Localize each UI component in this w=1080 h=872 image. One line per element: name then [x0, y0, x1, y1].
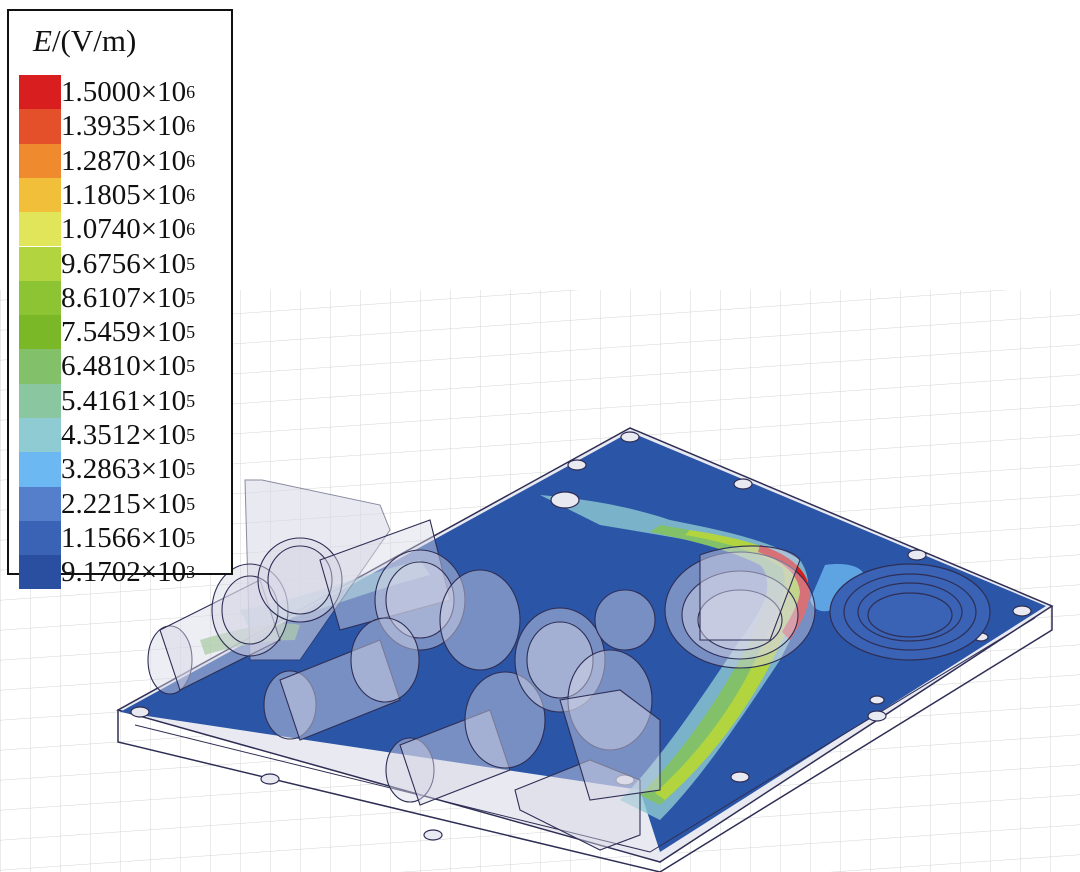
legend-title-unit: /(V/m) [51, 23, 137, 58]
legend-value-mantissa: 1.5000×10 [61, 76, 187, 108]
round-port [829, 563, 991, 661]
legend-value-mantissa: 7.5459×10 [61, 316, 187, 349]
legend-value-label: 7.5459×105 [61, 318, 195, 347]
legend-value-label: 1.1566×105 [61, 521, 196, 554]
legend-swatch [19, 349, 61, 384]
legend-value-exponent: 5 [186, 459, 196, 480]
legend-swatch [19, 212, 61, 247]
legend-value-mantissa: 6.4810×10 [61, 350, 187, 383]
legend-value-mantissa: 5.4161×10 [61, 384, 187, 417]
legend-swatch [19, 452, 61, 487]
legend-value-mantissa: 2.2215×10 [61, 487, 187, 520]
legend-value-mantissa: 9.1702×10 [61, 556, 187, 589]
legend-value-label: 4.3512×105 [61, 421, 195, 450]
legend-value-exponent: 5 [186, 527, 196, 548]
legend-value-exponent: 5 [186, 356, 196, 377]
legend-value-mantissa: 1.1805×10 [61, 178, 187, 211]
legend-swatch [19, 177, 61, 213]
legend-value-label: 1.3935×106 [61, 112, 195, 141]
legend-swatch [19, 315, 61, 350]
legend-value-label: 2.2215×105 [61, 487, 196, 520]
legend-value-mantissa: 3.2863×10 [61, 453, 187, 486]
legend-value-label: 3.2863×105 [61, 455, 195, 484]
legend-swatch [19, 520, 61, 556]
legend-swatch [19, 486, 61, 521]
legend-value-label: 9.6756×105 [61, 247, 196, 280]
legend-value-mantissa: 1.0740×10 [61, 213, 187, 246]
legend-value-exponent: 5 [186, 493, 196, 514]
legend-swatch [19, 280, 61, 316]
legend-swatch [19, 143, 61, 178]
legend-value-label: 5.4161×105 [61, 384, 196, 417]
legend-value-mantissa: 8.6107×10 [61, 281, 187, 314]
legend-value-label: 6.4810×105 [61, 352, 195, 381]
legend-title-variable: E [33, 23, 52, 58]
legend-value-mantissa: 1.3935×10 [61, 110, 187, 143]
legend-value-exponent: 6 [186, 219, 196, 240]
legend-value-exponent: 6 [186, 150, 196, 171]
legend-title: E/(V/m) [33, 25, 136, 56]
legend-value-mantissa: 1.1566×10 [61, 521, 187, 554]
legend-value-exponent: 3 [186, 562, 196, 583]
legend-value-label: 1.5000×106 [61, 78, 195, 107]
legend-swatch [19, 383, 61, 418]
legend-value-exponent: 6 [186, 82, 196, 102]
legend-value-exponent: 6 [186, 184, 196, 205]
legend-swatch [19, 75, 61, 110]
legend-value-exponent: 5 [186, 390, 196, 411]
legend-value-mantissa: 1.2870×10 [61, 144, 187, 177]
legend-swatch [19, 418, 61, 453]
legend-swatch [19, 555, 61, 590]
legend-value-exponent: 5 [186, 322, 196, 343]
legend-value-exponent: 5 [186, 425, 196, 445]
legend-swatch [19, 246, 61, 281]
legend-swatch [19, 109, 61, 144]
legend-value-label: 1.2870×106 [61, 144, 196, 177]
legend-value-label: 9.1702×103 [61, 558, 195, 587]
legend-value-exponent: 6 [186, 116, 196, 137]
legend-value-mantissa: 9.6756×10 [61, 247, 187, 280]
color-legend: E/(V/m) 1.5000×106 1.3935×106 1.2870×106 1.… [7, 9, 233, 590]
legend-value-mantissa: 4.3512×10 [61, 419, 187, 451]
legend-value-exponent: 5 [186, 287, 196, 308]
legend-value-label: 1.0740×106 [61, 215, 195, 244]
legend-value-label: 1.1805×106 [61, 178, 196, 211]
legend-value-label: 8.6107×105 [61, 281, 196, 314]
legend-value-exponent: 5 [186, 253, 196, 274]
